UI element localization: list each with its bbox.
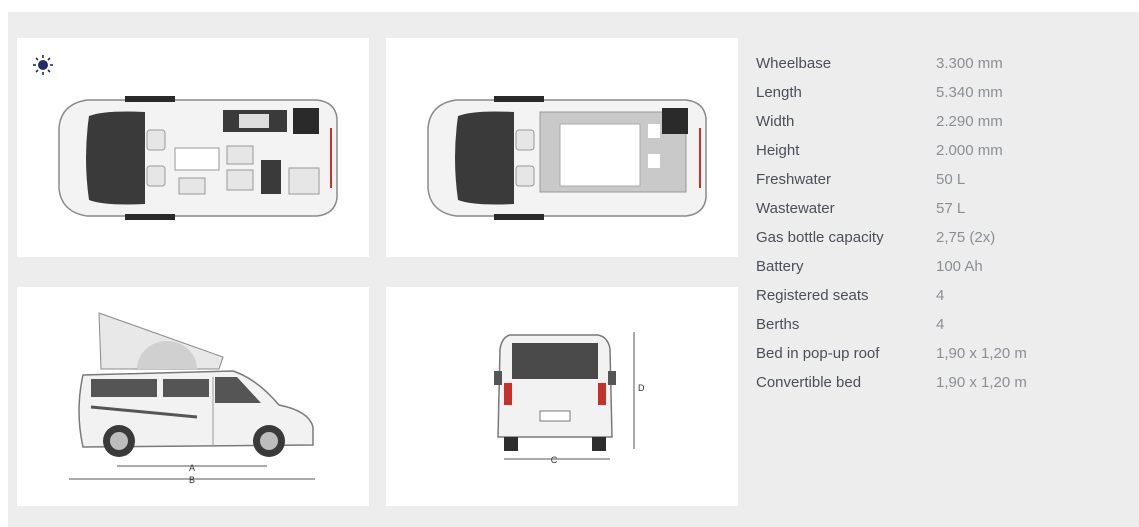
spec-row: Length 5.340 mm	[756, 84, 1116, 113]
spec-value: 4	[936, 316, 945, 333]
sun-icon	[33, 55, 53, 75]
spec-label: Registered seats	[756, 287, 869, 304]
day-layout-drawing	[33, 55, 338, 220]
spec-label: Gas bottle capacity	[756, 229, 884, 246]
spec-value: 2.000 mm	[936, 142, 1003, 159]
specs-panel: A B C D Wheelbase 3.300 mm Length 5.340 …	[8, 12, 1139, 527]
spec-row: Registered seats 4	[756, 287, 1116, 316]
moon-icon	[408, 54, 421, 70]
spec-value: 1,90 x 1,20 m	[936, 374, 1027, 391]
spec-label: Bed in pop-up roof	[756, 345, 880, 362]
night-layout-drawing	[408, 54, 707, 220]
spec-value: 2,75 (2x)	[936, 229, 996, 246]
dimension-label-c: C	[551, 455, 558, 465]
spec-value: 1,90 x 1,20 m	[936, 345, 1027, 362]
dimension-label-a: A	[189, 463, 195, 473]
spec-row: Wheelbase 3.300 mm	[756, 55, 1116, 84]
rear-view-card: C D	[386, 287, 738, 506]
spec-value: 5.340 mm	[936, 84, 1003, 101]
spec-value: 50 L	[936, 171, 966, 188]
van-rear-view	[494, 334, 616, 451]
night-layout-card	[386, 38, 738, 257]
spec-label: Battery	[756, 258, 804, 275]
side-view-drawing: A B	[69, 312, 315, 485]
spec-table: Wheelbase 3.300 mm Length 5.340 mm Width 2.…	[756, 55, 1116, 403]
rear-view-drawing: C D	[494, 332, 645, 465]
spec-label: Wastewater	[756, 200, 835, 217]
van-top-view-day	[58, 96, 338, 220]
spec-label: Berths	[756, 316, 800, 333]
length-dimension-lines: A B	[69, 463, 315, 485]
spec-row: Convertible bed 1,90 x 1,20 m	[756, 374, 1116, 403]
spec-row: Battery 100 Ah	[756, 258, 1116, 287]
side-view-card: A B	[17, 287, 369, 506]
van-top-view-night	[427, 96, 707, 220]
spec-value: 100 Ah	[936, 258, 983, 275]
spec-label: Freshwater	[756, 171, 832, 188]
spec-row: Berths 4	[756, 316, 1116, 345]
spec-label: Length	[756, 84, 802, 101]
spec-value: 4	[936, 287, 945, 304]
spec-row: Bed in pop-up roof 1,90 x 1,20 m	[756, 345, 1116, 374]
spec-row: Width 2.290 mm	[756, 113, 1116, 142]
spec-label: Wheelbase	[756, 55, 832, 72]
spec-row: Freshwater 50 L	[756, 171, 1116, 200]
spec-label: Width	[756, 113, 795, 130]
dimension-label-b: B	[189, 475, 195, 485]
spec-row: Height 2.000 mm	[756, 142, 1116, 171]
day-layout-card	[17, 38, 369, 257]
spec-row: Gas bottle capacity 2,75 (2x)	[756, 229, 1116, 258]
spec-label: Convertible bed	[756, 374, 862, 391]
dimension-label-d: D	[638, 383, 645, 393]
spec-value: 3.300 mm	[936, 55, 1003, 72]
spec-row: Wastewater 57 L	[756, 200, 1116, 229]
spec-label: Height	[756, 142, 800, 159]
spec-value: 57 L	[936, 200, 966, 217]
van-side-view	[78, 312, 314, 457]
spec-value: 2.290 mm	[936, 113, 1003, 130]
